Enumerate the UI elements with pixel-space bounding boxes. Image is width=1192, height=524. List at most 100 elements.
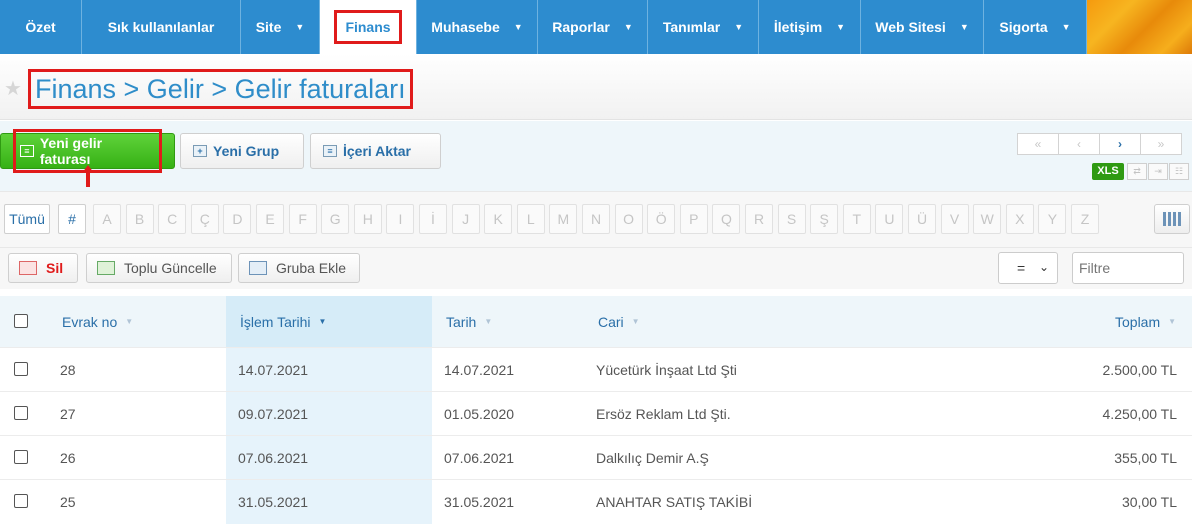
column-header-evrak-no[interactable]: Evrak no ▼ bbox=[62, 296, 133, 347]
cell-cari[interactable]: ANAHTAR SATIŞ TAKİBİ bbox=[596, 480, 752, 524]
import-button[interactable]: ≡ İçeri Aktar bbox=[310, 133, 441, 169]
nav-item-sigorta[interactable]: Sigorta ▼ bbox=[984, 0, 1087, 54]
filter-letter[interactable]: C bbox=[158, 204, 187, 234]
caret-down-icon: ▼ bbox=[959, 22, 969, 32]
new-income-invoice-button[interactable]: ≡ Yeni gelir faturası bbox=[0, 129, 175, 173]
filter-letter[interactable]: Ç bbox=[190, 204, 219, 234]
filter-letter[interactable]: K bbox=[484, 204, 513, 234]
filter-letter[interactable]: R bbox=[745, 204, 773, 234]
filter-letter[interactable]: X bbox=[1005, 204, 1034, 234]
sort-icon: ▼ bbox=[125, 317, 134, 326]
columns-icon[interactable] bbox=[1154, 204, 1190, 234]
nav-item-ozet[interactable]: Özet bbox=[0, 0, 82, 54]
filter-letter[interactable]: B bbox=[125, 204, 154, 234]
filter-letter[interactable]: I bbox=[386, 204, 415, 234]
table-row[interactable]: 27 09.07.2021 01.05.2020 Ersöz Reklam Lt… bbox=[0, 391, 1192, 435]
brand-decoration bbox=[1087, 0, 1192, 54]
row-checkbox[interactable] bbox=[14, 450, 28, 464]
filter-letter[interactable]: O bbox=[614, 204, 643, 234]
nav-item-tanimlar[interactable]: Tanımlar ▼ bbox=[648, 0, 759, 54]
filter-letter[interactable]: İ bbox=[419, 204, 447, 234]
filter-letter[interactable]: J bbox=[451, 204, 480, 234]
new-group-button[interactable]: + Yeni Grup bbox=[180, 133, 304, 169]
nav-label: Raporlar bbox=[552, 19, 610, 35]
cell-tarih: 01.05.2020 bbox=[444, 406, 515, 422]
cell-cari[interactable]: Yücetürk İnşaat Ltd Şti bbox=[596, 348, 737, 392]
filter-letter[interactable]: Z bbox=[1071, 204, 1099, 234]
chevron-down-icon: ⌄ bbox=[1038, 260, 1049, 274]
filter-letter[interactable]: Ş bbox=[810, 204, 839, 234]
filter-letter[interactable]: S bbox=[777, 204, 806, 234]
cell-toplam: 30,00 TL bbox=[1121, 494, 1177, 510]
column-header-islem-tarihi[interactable]: İşlem Tarihi ▼ bbox=[240, 296, 326, 347]
filter-letter[interactable]: T bbox=[842, 204, 871, 234]
filter-letter[interactable]: H bbox=[353, 204, 382, 234]
cell-islem-tarihi: 07.06.2021 bbox=[238, 450, 309, 466]
prev-page-button[interactable]: ‹ bbox=[1058, 133, 1100, 155]
settings-icon[interactable]: ☷ bbox=[1169, 163, 1189, 180]
filter-letter[interactable]: F bbox=[288, 204, 317, 234]
nav-item-iletisim[interactable]: İletişim ▼ bbox=[759, 0, 861, 54]
filter-hash[interactable]: # bbox=[58, 204, 86, 234]
caret-down-icon: ▼ bbox=[734, 22, 744, 32]
nav-item-web-sitesi[interactable]: Web Sitesi ▼ bbox=[861, 0, 984, 54]
operator-select[interactable]: = ⌄ bbox=[998, 252, 1058, 284]
column-header-tarih[interactable]: Tarih ▼ bbox=[446, 296, 492, 347]
filter-all[interactable]: Tümü bbox=[4, 204, 50, 234]
first-page-button[interactable]: « bbox=[1017, 133, 1059, 155]
table-row[interactable]: 28 14.07.2021 14.07.2021 Yücetürk İnşaat… bbox=[0, 347, 1192, 391]
last-page-button[interactable]: » bbox=[1140, 133, 1182, 155]
action-bar: Sil Toplu Güncelle Gruba Ekle = ⌄ bbox=[0, 247, 1192, 289]
filter-letter[interactable]: E bbox=[256, 204, 284, 234]
delete-button[interactable]: Sil bbox=[8, 253, 78, 283]
filter-letter[interactable]: D bbox=[223, 204, 252, 234]
caret-down-icon: ▼ bbox=[295, 22, 305, 32]
row-checkbox[interactable] bbox=[14, 494, 28, 508]
button-label: Gruba Ekle bbox=[276, 260, 347, 276]
nav-item-finans[interactable]: Finans bbox=[320, 0, 417, 54]
table-row[interactable]: 25 31.05.2021 31.05.2021 ANAHTAR SATIŞ T… bbox=[0, 479, 1192, 523]
column-label: Toplam bbox=[1115, 313, 1161, 330]
table-row[interactable]: 26 07.06.2021 07.06.2021 Dalkılıç Demir … bbox=[0, 435, 1192, 479]
export-icon[interactable]: ⇥ bbox=[1148, 163, 1168, 180]
filter-letter[interactable]: Ü bbox=[908, 204, 936, 234]
filter-letter[interactable]: Q bbox=[712, 204, 741, 234]
row-checkbox[interactable] bbox=[14, 362, 28, 376]
filter-letter[interactable]: U bbox=[875, 204, 904, 234]
nav-item-site[interactable]: Site ▼ bbox=[241, 0, 320, 54]
filter-letter[interactable]: P bbox=[679, 204, 708, 234]
add-group-icon: + bbox=[193, 145, 207, 157]
select-all-checkbox[interactable] bbox=[14, 314, 28, 328]
filter-letter[interactable]: L bbox=[516, 204, 545, 234]
filter-letter[interactable]: W bbox=[973, 204, 1002, 234]
column-header-toplam[interactable]: Toplam ▼ bbox=[1115, 296, 1176, 347]
nav-item-muhasebe[interactable]: Muhasebe ▼ bbox=[417, 0, 538, 54]
filter-letter[interactable]: M bbox=[549, 204, 578, 234]
nav-item-favorites[interactable]: Sık kullanılanlar bbox=[82, 0, 241, 54]
row-checkbox[interactable] bbox=[14, 406, 28, 420]
nav-label: Finans bbox=[334, 10, 402, 44]
cell-cari[interactable]: Ersöz Reklam Ltd Şti. bbox=[596, 392, 731, 436]
filter-input[interactable] bbox=[1072, 252, 1184, 284]
filter-letter[interactable]: Y bbox=[1038, 204, 1067, 234]
next-page-button[interactable]: › bbox=[1099, 133, 1141, 155]
filter-letter[interactable]: G bbox=[321, 204, 350, 234]
xls-export-button[interactable]: XLS bbox=[1092, 163, 1124, 180]
transfer-icon[interactable]: ⇄ bbox=[1127, 163, 1147, 180]
column-label: İşlem Tarihi bbox=[240, 313, 311, 330]
nav-label: Site bbox=[255, 19, 282, 35]
bulk-update-button[interactable]: Toplu Güncelle bbox=[86, 253, 232, 283]
page-title: Finans > Gelir > Gelir faturaları bbox=[28, 69, 413, 109]
filter-letter[interactable]: Ö bbox=[647, 204, 676, 234]
caret-down-icon: ▼ bbox=[1061, 22, 1071, 32]
star-icon[interactable]: ★ bbox=[4, 76, 22, 101]
add-to-group-icon bbox=[249, 261, 267, 275]
filter-letter[interactable]: A bbox=[93, 204, 121, 234]
nav-item-raporlar[interactable]: Raporlar ▼ bbox=[538, 0, 648, 54]
cell-cari[interactable]: Dalkılıç Demir A.Ş bbox=[596, 436, 709, 480]
filter-letter[interactable]: V bbox=[940, 204, 969, 234]
nav-label: Sigorta bbox=[999, 19, 1048, 35]
filter-letter[interactable]: N bbox=[582, 204, 610, 234]
column-header-cari[interactable]: Cari ▼ bbox=[598, 296, 640, 347]
add-to-group-button[interactable]: Gruba Ekle bbox=[238, 253, 360, 283]
